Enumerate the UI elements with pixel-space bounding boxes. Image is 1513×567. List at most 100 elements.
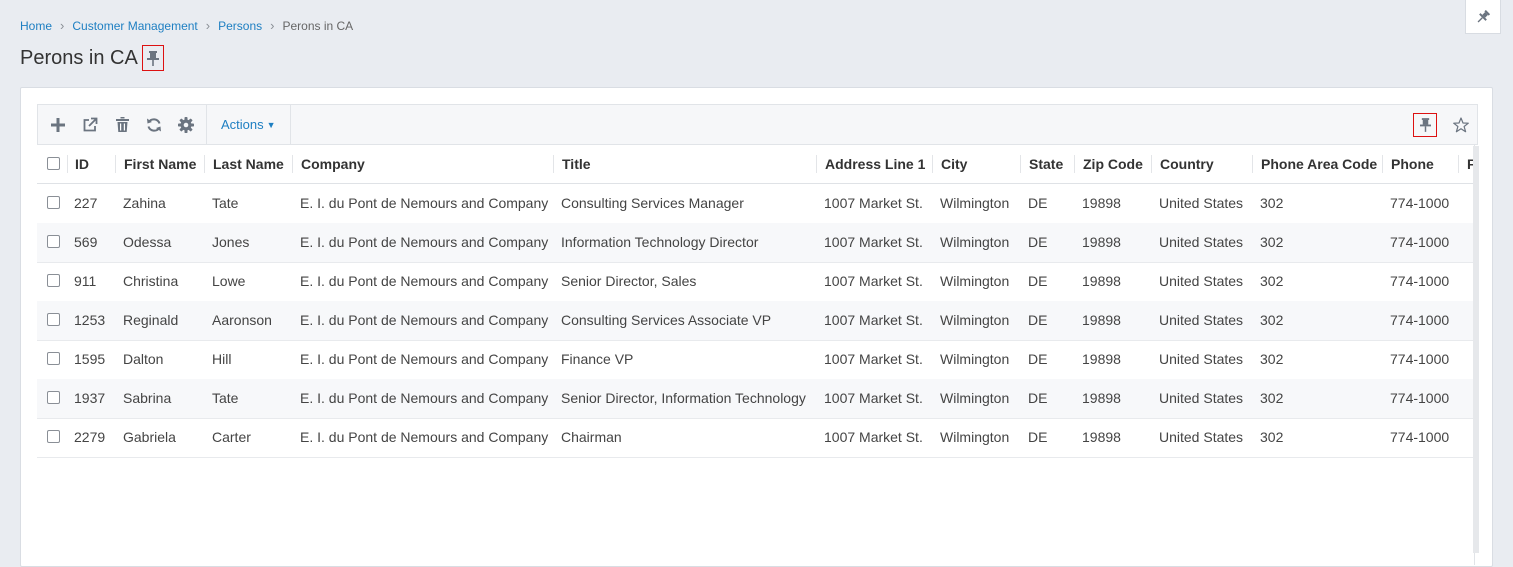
cell-country: United States bbox=[1159, 390, 1244, 406]
cell-city: Wilmington bbox=[940, 312, 1010, 328]
cell-company: E. I. du Pont de Nemours and Company bbox=[300, 273, 549, 289]
cell-first-name: Christina bbox=[123, 273, 179, 289]
cell-id: 911 bbox=[74, 273, 97, 289]
column-divider bbox=[292, 155, 293, 173]
grid-scrollbar[interactable] bbox=[1473, 146, 1479, 553]
column-header-title[interactable]: Title bbox=[562, 145, 591, 183]
column-divider bbox=[1382, 155, 1383, 173]
cell-company: E. I. du Pont de Nemours and Company bbox=[300, 351, 549, 367]
column-header-zip-code[interactable]: Zip Code bbox=[1083, 145, 1143, 183]
row-checkbox[interactable] bbox=[47, 235, 60, 248]
column-divider bbox=[204, 155, 205, 173]
table-row[interactable]: 569 Odessa Jones E. I. du Pont de Nemour… bbox=[37, 223, 1474, 263]
cell-first-name: Gabriela bbox=[123, 429, 176, 445]
pin-panel-button[interactable] bbox=[1465, 0, 1501, 34]
cell-phone: 774-1000 bbox=[1390, 195, 1450, 211]
trash-icon bbox=[115, 117, 129, 132]
cell-state: DE bbox=[1028, 195, 1048, 211]
row-checkbox[interactable] bbox=[47, 430, 60, 443]
settings-button[interactable] bbox=[170, 105, 202, 145]
column-header-company[interactable]: Company bbox=[301, 145, 365, 183]
cell-city: Wilmington bbox=[940, 195, 1010, 211]
actions-label: Actions bbox=[221, 117, 264, 132]
cell-first-name: Reginald bbox=[123, 312, 179, 328]
refresh-button[interactable] bbox=[138, 105, 170, 145]
cell-area-code: 302 bbox=[1260, 273, 1284, 289]
cell-id: 2279 bbox=[74, 429, 106, 445]
cell-state: DE bbox=[1028, 312, 1048, 328]
cell-title: Senior Director, Sales bbox=[561, 273, 697, 289]
favorite-button[interactable] bbox=[1445, 105, 1477, 144]
open-button[interactable] bbox=[74, 105, 106, 145]
cell-id: 1253 bbox=[74, 312, 106, 328]
cell-state: DE bbox=[1028, 234, 1048, 250]
cell-address: 1007 Market St. bbox=[824, 312, 923, 328]
cell-last-name: Lowe bbox=[212, 273, 246, 289]
gear-icon bbox=[178, 116, 194, 133]
table-row[interactable]: 2279 Gabriela Carter E. I. du Pont de Ne… bbox=[37, 418, 1474, 458]
row-checkbox[interactable] bbox=[47, 274, 60, 287]
cell-last-name: Tate bbox=[212, 195, 239, 211]
cell-address: 1007 Market St. bbox=[824, 273, 923, 289]
cell-title: Chairman bbox=[561, 429, 622, 445]
column-header-last-name[interactable]: Last Name bbox=[213, 145, 284, 183]
column-divider bbox=[1074, 155, 1075, 173]
column-header-address-line-1[interactable]: Address Line 1 bbox=[825, 145, 925, 183]
cell-state: DE bbox=[1028, 390, 1048, 406]
cell-country: United States bbox=[1159, 195, 1244, 211]
cell-address: 1007 Market St. bbox=[824, 234, 923, 250]
cell-title: Finance VP bbox=[561, 351, 634, 367]
add-button[interactable] bbox=[42, 105, 74, 145]
cell-title: Senior Director, Information Technology bbox=[561, 390, 806, 406]
actions-dropdown[interactable]: Actions ▼ bbox=[211, 105, 286, 145]
breadcrumb: Home › Customer Management › Persons › P… bbox=[20, 18, 353, 33]
column-divider bbox=[1020, 155, 1021, 173]
breadcrumb-customer-management[interactable]: Customer Management bbox=[72, 19, 197, 33]
cell-zip: 19898 bbox=[1082, 273, 1121, 289]
breadcrumb-home[interactable]: Home bbox=[20, 19, 52, 33]
select-all-checkbox[interactable] bbox=[47, 157, 60, 170]
cell-zip: 19898 bbox=[1082, 234, 1121, 250]
row-checkbox[interactable] bbox=[47, 313, 60, 326]
pin-view-button[interactable] bbox=[141, 45, 164, 71]
cell-address: 1007 Market St. bbox=[824, 429, 923, 445]
cell-phone: 774-1000 bbox=[1390, 312, 1450, 328]
column-header-phone[interactable]: Phone bbox=[1391, 145, 1434, 183]
chevron-right-icon: › bbox=[270, 18, 275, 33]
column-divider bbox=[816, 155, 817, 173]
caret-down-icon: ▼ bbox=[266, 119, 276, 130]
cell-phone: 774-1000 bbox=[1390, 429, 1450, 445]
table-row[interactable]: 1253 Reginald Aaronson E. I. du Pont de … bbox=[37, 301, 1474, 341]
cell-company: E. I. du Pont de Nemours and Company bbox=[300, 195, 549, 211]
column-divider bbox=[1151, 155, 1152, 173]
cell-state: DE bbox=[1028, 351, 1048, 367]
row-checkbox[interactable] bbox=[47, 391, 60, 404]
breadcrumb-persons[interactable]: Persons bbox=[218, 19, 262, 33]
column-header-id[interactable]: ID bbox=[75, 145, 89, 183]
pin-grid-button[interactable] bbox=[1413, 112, 1437, 137]
cell-last-name: Aaronson bbox=[212, 312, 272, 328]
column-header-country[interactable]: Country bbox=[1160, 145, 1214, 183]
row-checkbox[interactable] bbox=[47, 352, 60, 365]
chevron-right-icon: › bbox=[205, 18, 211, 33]
cell-state: DE bbox=[1028, 273, 1048, 289]
cell-company: E. I. du Pont de Nemours and Company bbox=[300, 312, 549, 328]
column-header-first-name[interactable]: First Name bbox=[124, 145, 196, 183]
refresh-icon bbox=[147, 117, 161, 132]
table-row[interactable]: 1595 Dalton Hill E. I. du Pont de Nemour… bbox=[37, 340, 1474, 380]
table-row[interactable]: 227 Zahina Tate E. I. du Pont de Nemours… bbox=[37, 184, 1474, 224]
column-header-phone-area-code[interactable]: Phone Area Code bbox=[1261, 145, 1377, 183]
cell-state: DE bbox=[1028, 429, 1048, 445]
row-checkbox[interactable] bbox=[47, 196, 60, 209]
star-icon bbox=[1453, 116, 1469, 132]
column-header-city[interactable]: City bbox=[941, 145, 967, 183]
cell-last-name: Tate bbox=[212, 390, 239, 406]
delete-button[interactable] bbox=[106, 105, 138, 145]
table-row[interactable]: 911 Christina Lowe E. I. du Pont de Nemo… bbox=[37, 262, 1474, 302]
page-title: Perons in CA bbox=[20, 46, 138, 69]
cell-phone: 774-1000 bbox=[1390, 351, 1450, 367]
table-row[interactable]: 1937 Sabrina Tate E. I. du Pont de Nemou… bbox=[37, 379, 1474, 419]
cell-address: 1007 Market St. bbox=[824, 195, 923, 211]
column-header-state[interactable]: State bbox=[1029, 145, 1063, 183]
cell-address: 1007 Market St. bbox=[824, 351, 923, 367]
